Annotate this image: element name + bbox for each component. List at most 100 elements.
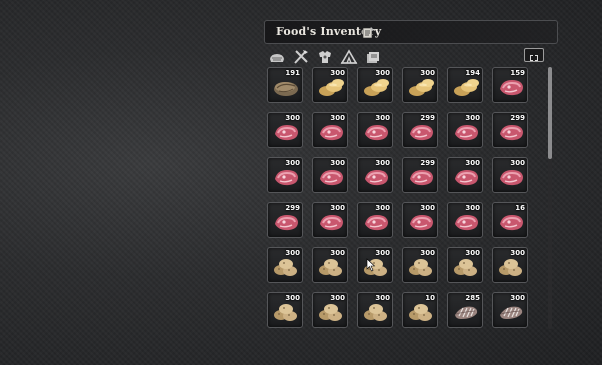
bread-icon bbox=[409, 79, 434, 96]
item-quantity: 300 bbox=[375, 294, 390, 302]
item-quantity: 299 bbox=[420, 114, 435, 122]
inventory-slot[interactable]: 299 bbox=[402, 157, 438, 193]
item-quantity: 299 bbox=[420, 159, 435, 167]
inventory-slot[interactable]: 300 bbox=[267, 157, 303, 193]
item-quantity: 300 bbox=[375, 249, 390, 257]
potato-icon bbox=[454, 259, 477, 276]
bread-icon bbox=[319, 79, 344, 96]
inventory-slot[interactable]: 300 bbox=[402, 202, 438, 238]
resize-icon bbox=[530, 55, 538, 61]
inventory-slot[interactable]: 194 bbox=[447, 67, 483, 103]
potato-icon bbox=[499, 259, 522, 276]
meat-icon bbox=[365, 170, 388, 186]
bread-icon bbox=[364, 79, 389, 96]
item-quantity: 300 bbox=[375, 204, 390, 212]
inventory-slot[interactable]: 300 bbox=[312, 202, 348, 238]
stone-icon[interactable] bbox=[268, 48, 286, 66]
inventory-slot[interactable]: 300 bbox=[402, 247, 438, 283]
inventory-slot[interactable]: 300 bbox=[357, 157, 393, 193]
item-quantity: 300 bbox=[285, 159, 300, 167]
meat-icon bbox=[410, 170, 433, 186]
inventory-slot[interactable]: 300 bbox=[267, 247, 303, 283]
inventory-slot[interactable]: 191 bbox=[267, 67, 303, 103]
meat-icon bbox=[275, 215, 298, 231]
title-bar[interactable]: Food's Inventory bbox=[264, 20, 558, 44]
inventory-slot[interactable]: 300 bbox=[447, 202, 483, 238]
item-quantity: 300 bbox=[375, 114, 390, 122]
inventory-slot[interactable]: 299 bbox=[492, 112, 528, 148]
inventory-slot[interactable]: 300 bbox=[492, 247, 528, 283]
inventory-slot[interactable]: 300 bbox=[357, 292, 393, 328]
item-quantity: 300 bbox=[285, 249, 300, 257]
potato-icon bbox=[319, 259, 342, 276]
meat-icon bbox=[320, 125, 343, 141]
meat-icon bbox=[410, 125, 433, 141]
inventory-slot[interactable]: 300 bbox=[312, 157, 348, 193]
item-quantity: 300 bbox=[465, 159, 480, 167]
inventory-slot[interactable]: 300 bbox=[312, 67, 348, 103]
inventory-slot[interactable]: 300 bbox=[312, 112, 348, 148]
camp-icon[interactable] bbox=[340, 48, 358, 66]
potato-icon bbox=[409, 259, 432, 276]
item-quantity: 300 bbox=[465, 204, 480, 212]
item-quantity: 300 bbox=[420, 204, 435, 212]
inventory-grid: 191 300 300 300 194 159 300 300 300 299 300 299 300 3… bbox=[267, 67, 537, 332]
scroll-thumb[interactable] bbox=[548, 67, 552, 159]
inventory-slot[interactable]: 300 bbox=[357, 112, 393, 148]
meat-icon bbox=[275, 125, 298, 141]
inventory-slot[interactable]: 300 bbox=[492, 292, 528, 328]
meat-icon bbox=[275, 170, 298, 186]
item-quantity: 159 bbox=[510, 69, 525, 77]
item-quantity: 300 bbox=[375, 69, 390, 77]
inventory-slot[interactable]: 300 bbox=[312, 292, 348, 328]
meat-icon bbox=[500, 170, 523, 186]
meat-icon bbox=[455, 215, 478, 231]
inventory-slot[interactable]: 285 bbox=[447, 292, 483, 328]
armor-icon[interactable] bbox=[316, 48, 334, 66]
item-quantity: 300 bbox=[330, 114, 345, 122]
inventory-slot[interactable]: 299 bbox=[402, 112, 438, 148]
bread-icon bbox=[454, 79, 479, 96]
item-quantity: 299 bbox=[510, 114, 525, 122]
item-quantity: 300 bbox=[330, 159, 345, 167]
item-quantity: 10 bbox=[425, 294, 435, 302]
potato-icon bbox=[364, 304, 387, 321]
potato-icon bbox=[409, 304, 432, 321]
inventory-slot[interactable]: 300 bbox=[447, 157, 483, 193]
item-quantity: 191 bbox=[285, 69, 300, 77]
item-quantity: 300 bbox=[375, 159, 390, 167]
potato-icon bbox=[274, 259, 297, 276]
inventory-slot[interactable]: 299 bbox=[267, 202, 303, 238]
inventory-slot[interactable]: 300 bbox=[492, 157, 528, 193]
item-quantity: 300 bbox=[510, 249, 525, 257]
item-quantity: 194 bbox=[465, 69, 480, 77]
item-quantity: 300 bbox=[510, 294, 525, 302]
fish-icon bbox=[500, 306, 523, 319]
inventory-slot[interactable]: 300 bbox=[357, 202, 393, 238]
scrollbar[interactable] bbox=[548, 67, 552, 329]
item-quantity: 300 bbox=[465, 249, 480, 257]
meat-icon bbox=[455, 170, 478, 186]
inventory-slot[interactable]: 10 bbox=[402, 292, 438, 328]
inventory-slot[interactable]: 300 bbox=[447, 112, 483, 148]
item-quantity: 16 bbox=[515, 204, 525, 212]
notepad-icon[interactable] bbox=[361, 25, 375, 39]
inventory-slot[interactable]: 300 bbox=[357, 67, 393, 103]
inventory-slot[interactable]: 300 bbox=[267, 112, 303, 148]
inventory-slot[interactable]: 300 bbox=[267, 292, 303, 328]
stack-icon[interactable] bbox=[364, 48, 382, 66]
meat-icon bbox=[365, 215, 388, 231]
inventory-slot[interactable]: 300 bbox=[402, 67, 438, 103]
meat-icon bbox=[320, 170, 343, 186]
item-quantity: 300 bbox=[330, 294, 345, 302]
tools-icon[interactable] bbox=[292, 48, 310, 66]
item-quantity: 300 bbox=[465, 114, 480, 122]
inventory-slot[interactable]: 16 bbox=[492, 202, 528, 238]
item-quantity: 300 bbox=[420, 249, 435, 257]
resize-button[interactable] bbox=[524, 48, 544, 62]
inventory-slot[interactable]: 159 bbox=[492, 67, 528, 103]
inventory-slot[interactable]: 300 bbox=[447, 247, 483, 283]
item-quantity: 285 bbox=[465, 294, 480, 302]
meat-icon bbox=[455, 125, 478, 141]
inventory-slot[interactable]: 300 bbox=[312, 247, 348, 283]
